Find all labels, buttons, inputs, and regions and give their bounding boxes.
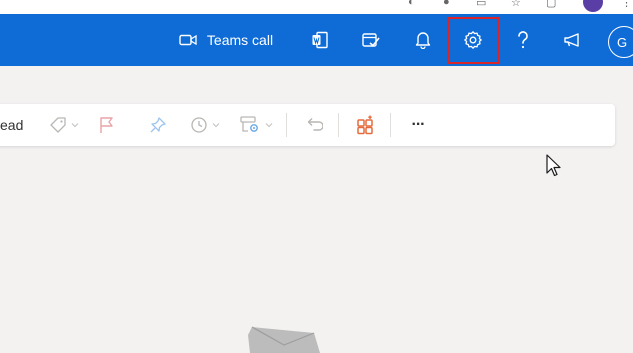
browser-menu-icon[interactable]: ⋮ <box>621 0 633 9</box>
toolbar-divider <box>286 113 287 137</box>
chevron-down-icon <box>212 123 220 128</box>
apps-grid-icon <box>357 115 373 135</box>
more-options-label: ··· <box>411 116 426 133</box>
browser-toolbar-strip: ◐ ● ▭ ☆ ▢ ⋮ <box>0 0 633 14</box>
word-doc-icon <box>312 31 328 49</box>
pin-icon <box>150 117 166 133</box>
browser-icon[interactable]: ▢ <box>546 0 558 9</box>
my-day-button[interactable] <box>356 14 386 66</box>
empty-inbox-envelope-illustration <box>248 326 320 353</box>
tag-icon <box>50 117 66 133</box>
flag-icon <box>100 117 113 133</box>
undo-button[interactable] <box>300 104 328 146</box>
question-mark-icon <box>518 31 528 49</box>
pin-button[interactable] <box>146 104 170 146</box>
mouse-cursor-icon <box>546 154 561 177</box>
snooze-button[interactable] <box>186 104 224 146</box>
browser-icon[interactable]: ▭ <box>476 0 488 9</box>
notifications-button[interactable] <box>408 14 438 66</box>
star-icon[interactable]: ☆ <box>511 0 523 9</box>
chevron-down-icon <box>265 123 273 128</box>
more-options-button[interactable]: ··· <box>404 104 432 146</box>
rules-settings-icon <box>240 116 258 132</box>
teams-call-button[interactable]: Teams call <box>170 14 282 66</box>
flag-button[interactable] <box>94 104 118 146</box>
help-button[interactable] <box>508 14 538 66</box>
account-avatar[interactable]: G <box>608 26 633 58</box>
undo-icon <box>307 118 323 131</box>
rules-button[interactable] <box>234 104 278 146</box>
toolbar-divider <box>390 113 391 137</box>
categorize-button[interactable] <box>44 104 84 146</box>
calendar-check-icon <box>362 33 380 47</box>
mark-read-button[interactable]: ead <box>0 104 23 146</box>
megaphone-icon <box>564 33 579 47</box>
mark-read-label: ead <box>0 117 24 133</box>
gear-icon <box>464 31 482 49</box>
avatar-initial: G <box>616 34 628 50</box>
clock-icon <box>191 117 207 133</box>
bell-icon <box>415 32 431 49</box>
toolbar-divider <box>338 113 339 137</box>
office-app-button[interactable] <box>305 14 335 66</box>
app-header: Teams call <box>0 14 633 66</box>
chevron-down-icon <box>71 123 79 128</box>
browser-profile-avatar[interactable] <box>583 0 603 12</box>
teams-call-label: Teams call <box>206 32 274 48</box>
apps-button[interactable] <box>352 104 380 146</box>
settings-button[interactable] <box>458 14 488 66</box>
feedback-button[interactable] <box>558 14 588 66</box>
browser-icon[interactable]: ● <box>443 0 455 8</box>
video-camera-icon <box>179 34 197 46</box>
browser-icon[interactable]: ◐ <box>408 0 420 8</box>
command-toolbar: ead ··· <box>0 104 615 146</box>
